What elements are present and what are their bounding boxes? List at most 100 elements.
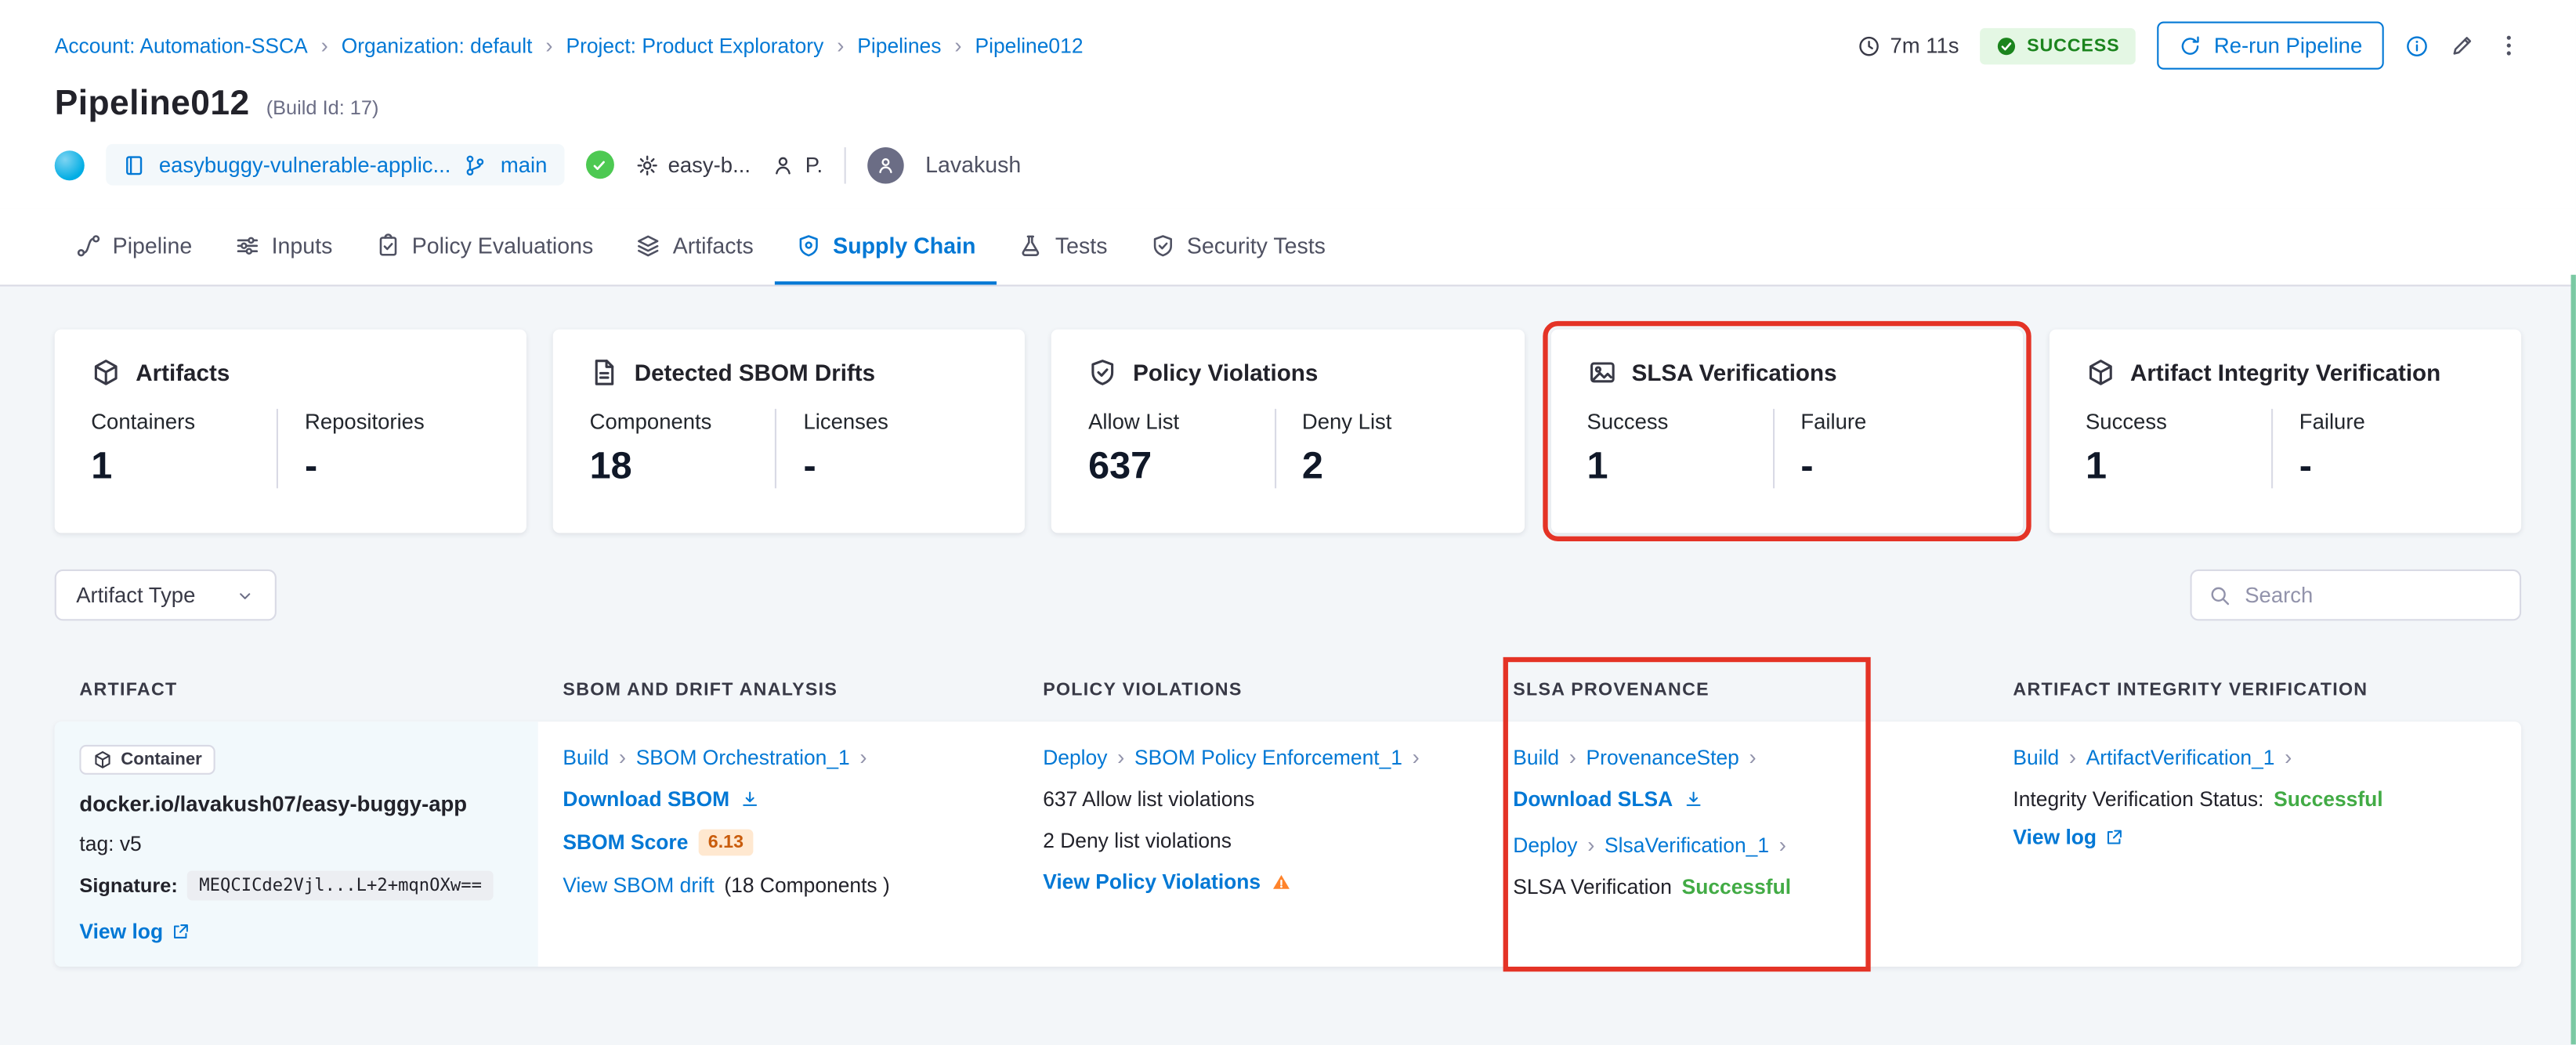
artifact-type-dropdown[interactable]: Artifact Type: [54, 569, 277, 621]
execution-duration: 7m 11s: [1857, 33, 1959, 58]
repository-icon: [122, 153, 146, 176]
download-sbom-link[interactable]: Download SBOM: [563, 788, 729, 812]
column-header-policy: POLICY VIOLATIONS: [1043, 680, 1243, 700]
view-policy-violations-link[interactable]: View Policy Violations: [1043, 870, 1261, 894]
slsa-verification-status: SLSA Verification Successful: [1513, 875, 1792, 899]
sbom-stage-link[interactable]: Build: [563, 746, 609, 769]
slsa-build-stage-link[interactable]: Build: [1513, 746, 1559, 769]
artifacts-table: ARTIFACT SBOM AND DRIFT ANALYSIS POLICY …: [54, 656, 2522, 972]
artifact-verification-step-link[interactable]: ArtifactVerification_1: [2086, 746, 2275, 769]
pipeline-tab-icon: [76, 233, 101, 258]
gear-icon: [635, 153, 658, 176]
page-title: Pipeline012: [54, 84, 250, 123]
card-title: Policy Violations: [1133, 359, 1319, 386]
slsa-status-value: Successful: [1681, 875, 1792, 899]
breadcrumb-pipelines-link[interactable]: Pipelines: [857, 34, 941, 57]
deny-list-violations: 2 Deny list violations: [1043, 829, 1232, 853]
policy-step-link[interactable]: SBOM Policy Enforcement_1: [1134, 746, 1402, 769]
breadcrumb-project-link[interactable]: Project: Product Exploratory: [566, 34, 823, 57]
supply-chain-panel: Artifacts Containers 1 Repositories - De…: [0, 287, 2576, 972]
scrollbar[interactable]: [2571, 274, 2576, 1045]
stat-slsa-success: Success 1: [1586, 408, 1669, 487]
download-slsa-link[interactable]: Download SLSA: [1513, 788, 1673, 812]
app-window: Account: Automation-SSCA › Organization:…: [0, 0, 2576, 1045]
stat-repositories: Repositories -: [277, 408, 490, 489]
repo-link[interactable]: easybuggy-vulnerable-applic...: [159, 152, 451, 177]
artifacts-card: Artifacts Containers 1 Repositories -: [54, 329, 527, 533]
download-icon[interactable]: [1683, 790, 1702, 809]
rerun-refresh-icon: [2180, 34, 2203, 57]
tab-inputs[interactable]: Inputs: [214, 208, 354, 284]
slsa-deploy-stage-link[interactable]: Deploy: [1513, 833, 1577, 857]
success-check-icon: [1997, 35, 2017, 55]
signature-value: MEQCICde2Vjl...L+2+mqnOXw==: [187, 870, 494, 901]
slsa-verification-step-link[interactable]: SlsaVerification_1: [1605, 833, 1769, 857]
search-icon: [2209, 584, 2232, 607]
stat-slsa-failure: Failure -: [1772, 408, 1986, 489]
execution-tabs: Pipeline Inputs Policy Evaluations Artif…: [0, 208, 2576, 287]
breadcrumb-org-link[interactable]: Organization: default: [342, 34, 533, 57]
artifact-cell: Container docker.io/lavakush07/easy-bugg…: [54, 721, 538, 967]
tab-artifacts[interactable]: Artifacts: [615, 208, 775, 284]
tab-tests[interactable]: Tests: [997, 208, 1129, 284]
slsa-cell: Build › ProvenanceStep › Download SLSA D…: [1489, 721, 1988, 967]
artifact-view-log-link[interactable]: View log: [79, 920, 191, 943]
column-header-sbom: SBOM AND DRIFT ANALYSIS: [563, 680, 838, 700]
warning-icon: [1271, 873, 1290, 892]
search-box[interactable]: [2190, 569, 2522, 621]
stat-integrity-failure: Failure -: [2270, 408, 2485, 489]
artifact-tag: tag: v5: [79, 832, 142, 856]
breadcrumb-pipeline-link[interactable]: Pipeline012: [975, 34, 1083, 57]
container-icon: [92, 750, 112, 769]
more-options-icon[interactable]: [2496, 33, 2521, 58]
column-header-slsa: SLSA PROVENANCE: [1513, 680, 1709, 700]
column-header-artifact: ARTIFACT: [79, 680, 178, 700]
stat-licenses: Licenses -: [775, 408, 990, 489]
top-bar: Account: Automation-SSCA › Organization:…: [0, 0, 2576, 209]
edit-pipeline-icon[interactable]: [2450, 33, 2475, 58]
chevron-right-icon: ›: [618, 744, 627, 770]
table-header-row: ARTIFACT SBOM AND DRIFT ANALYSIS POLICY …: [55, 680, 2521, 700]
policy-evaluations-tab-icon: [375, 233, 400, 258]
chevron-down-icon: [235, 585, 255, 605]
tab-security-tests[interactable]: Security Tests: [1129, 208, 1347, 284]
branch-link[interactable]: main: [501, 152, 548, 177]
git-branch-icon: [464, 153, 487, 176]
allow-list-violations: 637 Allow list violations: [1043, 787, 1255, 812]
rerun-pipeline-button[interactable]: Re-run Pipeline: [2158, 21, 2384, 70]
sbom-score-badge: 6.13: [698, 829, 754, 856]
execution-meta-row: easybuggy-vulnerable-applic... main easy…: [54, 143, 2521, 208]
inputs-tab-icon: [235, 233, 260, 258]
breadcrumb-account-link[interactable]: Account: Automation-SSCA: [55, 34, 308, 57]
view-sbom-drift-link[interactable]: View SBOM drift: [563, 874, 714, 898]
stat-deny-list: Deny List 2: [1273, 408, 1488, 489]
column-header-integrity: ARTIFACT INTEGRITY VERIFICATION: [2013, 680, 2368, 700]
chevron-right-icon: ›: [1412, 744, 1420, 770]
tab-policy-evaluations[interactable]: Policy Evaluations: [354, 208, 615, 284]
trigger-info: easy-b...: [635, 152, 751, 177]
tab-pipeline[interactable]: Pipeline: [55, 208, 214, 284]
download-icon[interactable]: [740, 790, 759, 809]
sbom-score-link[interactable]: SBOM Score: [563, 831, 688, 855]
info-icon[interactable]: [2405, 34, 2429, 57]
policy-stage-link[interactable]: Deploy: [1043, 746, 1107, 769]
user-name: Lavakush: [925, 152, 1022, 178]
search-input[interactable]: [2245, 582, 2503, 608]
policy-violations-card-icon: [1088, 357, 1118, 387]
drift-components-count: (18 Components ): [724, 873, 890, 898]
integrity-view-log-link[interactable]: View log: [2013, 826, 2125, 849]
slsa-card-icon: [1587, 357, 1617, 387]
supply-chain-tab-icon: [797, 233, 822, 258]
provenance-step-link[interactable]: ProvenanceStep: [1586, 746, 1739, 769]
artifacts-card-icon: [91, 357, 121, 387]
integrity-stage-link[interactable]: Build: [2013, 746, 2059, 769]
build-id: (Build Id: 17): [266, 96, 379, 120]
sbom-step-link[interactable]: SBOM Orchestration_1: [636, 746, 850, 769]
chevron-right-icon: ›: [1117, 744, 1125, 770]
artifact-image-name: docker.io/lavakush07/easy-buggy-app: [79, 791, 468, 816]
chevron-right-icon: ›: [545, 33, 553, 58]
card-title: SLSA Verifications: [1631, 359, 1837, 386]
breadcrumb: Account: Automation-SSCA › Organization:…: [55, 34, 1084, 57]
tab-supply-chain[interactable]: Supply Chain: [775, 208, 997, 285]
integrity-card-icon: [2086, 357, 2115, 387]
